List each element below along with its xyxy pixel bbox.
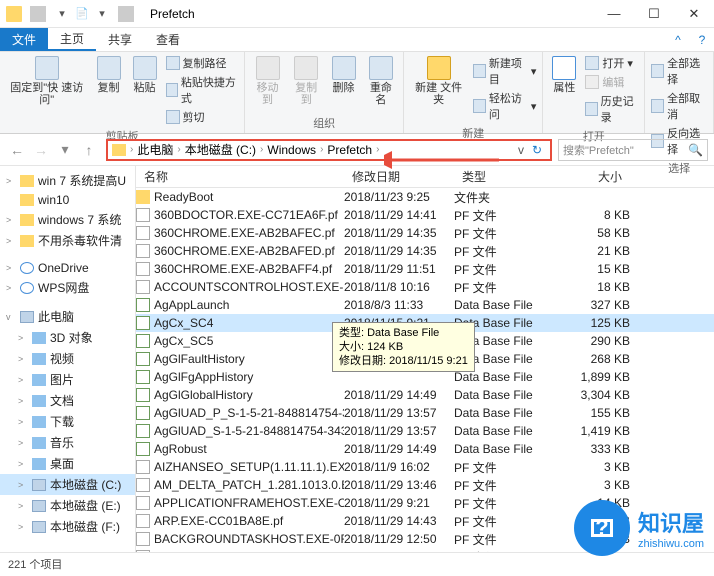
tree-node[interactable]: >OneDrive [0,259,135,277]
tree-node[interactable]: >本地磁盘 (F:) [0,516,135,537]
tab-home[interactable]: 主页 [48,28,96,51]
title-bar: ▾ 📄 ▾ Prefetch — ☐ ✕ [0,0,714,28]
tab-view[interactable]: 查看 [144,28,192,51]
edit-button: 编辑 [583,73,640,91]
file-row[interactable]: 360CHROME.EXE-AB2BAFEC.pf2018/11/29 14:3… [136,224,714,242]
file-list[interactable]: 名称 修改日期 类型 大小 ReadyBoot2018/11/23 9:25文件… [136,166,714,552]
move-to-button[interactable]: 移动到 [249,54,286,108]
search-icon[interactable]: 🔍 [688,143,703,157]
nav-back-button[interactable]: ← [6,139,28,161]
close-button[interactable]: ✕ [674,0,714,28]
history-button[interactable]: 历史记录 [583,92,640,126]
file-tooltip: 类型: Data Base File 大小: 124 KB 修改日期: 2018… [332,322,475,372]
minimize-button[interactable]: — [594,0,634,28]
tree-node[interactable]: win10 [0,191,135,209]
breadcrumb-segment[interactable]: Prefetch [323,143,376,157]
tree-node[interactable]: v此电脑 [0,306,135,327]
select-all-button[interactable]: 全部选择 [649,54,709,88]
col-date[interactable]: 修改日期 [344,168,454,185]
tree-node[interactable]: >文档 [0,390,135,411]
delete-button[interactable]: 删除 [327,54,361,96]
rename-button[interactable]: 重命名 [363,54,400,108]
tree-node[interactable]: >3D 对象 [0,327,135,348]
breadcrumb-segment[interactable]: 此电脑 [133,141,177,158]
qat-item[interactable]: ▾ [54,6,70,22]
copy-path-button[interactable]: 复制路径 [164,54,241,72]
open-button[interactable]: 打开 ▾ [583,54,640,72]
watermark-logo: 知识屋 zhishiwu.com [574,500,704,556]
address-bar-row: ← → ▾ ↑ › 此电脑› 本地磁盘 (C:)› Windows› Prefe… [0,134,714,166]
group-label: 组织 [249,113,399,131]
tree-node[interactable]: >音乐 [0,432,135,453]
tree-node[interactable]: >视频 [0,348,135,369]
file-row[interactable]: AgGlUAD_S-1-5-21-848814754-34387...2018/… [136,422,714,440]
new-item-button[interactable]: 新建项目 ▾ [471,54,538,88]
file-row[interactable]: AgGlGlobalHistory2018/11/29 14:49Data Ba… [136,386,714,404]
tree-node[interactable]: >WPS网盘 [0,277,135,298]
nav-recent-button[interactable]: ▾ [54,139,76,161]
cut-button[interactable]: 剪切 [164,108,241,126]
tree-node[interactable]: >下载 [0,411,135,432]
folder-icon [112,144,126,156]
ribbon: 固定到"快 速访问" 复制 粘贴 复制路径 粘贴快捷方式 剪切 剪贴板 移动到 … [0,52,714,134]
tree-node[interactable]: >图片 [0,369,135,390]
select-none-button[interactable]: 全部取消 [649,89,709,123]
tab-file[interactable]: 文件 [0,28,48,51]
file-row[interactable]: 360CHROME.EXE-AB2BAFF4.pf2018/11/29 11:5… [136,260,714,278]
col-size[interactable]: 大小 [550,168,630,185]
easy-access-button[interactable]: 轻松访问 ▾ [471,89,538,123]
file-row[interactable]: AIZHANSEO_SETUP(1.11.11.1).EX-3AE...2018… [136,458,714,476]
file-row[interactable]: ACCOUNTSCONTROLHOST.EXE-96D...2018/11/8 … [136,278,714,296]
breadcrumb-segment[interactable]: Windows [263,143,320,157]
tree-node[interactable]: >windows 7 系统 [0,209,135,230]
file-row[interactable]: AgGlUAD_P_S-1-5-21-848814754-343...2018/… [136,404,714,422]
nav-forward-button: → [30,139,52,161]
tree-node[interactable]: >桌面 [0,453,135,474]
breadcrumb[interactable]: › 此电脑› 本地磁盘 (C:)› Windows› Prefetch› v ↻ [106,139,552,161]
pin-quick-access-button[interactable]: 固定到"快 速访问" [4,54,90,108]
paste-shortcut-button[interactable]: 粘贴快捷方式 [164,73,241,107]
qat-item[interactable]: 📄 [74,6,90,22]
tree-node[interactable]: >win 7 系统提高U [0,170,135,191]
help-icon[interactable]: ? [690,28,714,51]
window-title: Prefetch [144,7,594,21]
ribbon-collapse-icon[interactable]: ^ [666,28,690,51]
item-count: 221 个项目 [8,556,62,572]
search-input[interactable]: 搜索"Prefetch" 🔍 [558,139,708,161]
copy-to-button[interactable]: 复制到 [288,54,325,108]
properties-button[interactable]: 属性 [547,54,581,96]
file-row[interactable]: ReadyBoot2018/11/23 9:25文件夹 [136,188,714,206]
file-row[interactable]: AgAppLaunch2018/8/3 11:33Data Base File3… [136,296,714,314]
tab-share[interactable]: 共享 [96,28,144,51]
tree-node[interactable]: >本地磁盘 (C:) [0,474,135,495]
file-row[interactable]: AM_DELTA_PATCH_1.281.1013.0.E-4D...2018/… [136,476,714,494]
tree-node[interactable]: >本地磁盘 (E:) [0,495,135,516]
col-name[interactable]: 名称 [136,168,344,185]
file-row[interactable]: AgRobust2018/11/29 14:49Data Base File33… [136,440,714,458]
tree-node[interactable]: >不用杀毒软件清 [0,230,135,251]
refresh-icon[interactable]: ↻ [528,143,546,157]
file-row[interactable]: 360BDOCTOR.EXE-CC71EA6F.pf2018/11/29 14:… [136,206,714,224]
maximize-button[interactable]: ☐ [634,0,674,28]
app-icon [6,6,22,22]
nav-up-button[interactable]: ↑ [78,139,100,161]
file-row[interactable]: 360CHROME.EXE-AB2BAFED.pf2018/11/29 14:3… [136,242,714,260]
breadcrumb-dropdown-icon[interactable]: v [514,143,528,157]
ribbon-tabs: 文件 主页 共享 查看 ^ ? [0,28,714,52]
breadcrumb-segment[interactable]: 本地磁盘 (C:) [181,141,260,158]
col-type[interactable]: 类型 [454,168,550,185]
qat-item[interactable]: ▾ [94,6,110,22]
new-folder-button[interactable]: 新建 文件夹 [408,54,469,108]
column-headers[interactable]: 名称 修改日期 类型 大小 [136,166,714,188]
paste-button[interactable]: 粘贴 [128,54,162,96]
nav-tree[interactable]: >win 7 系统提高Uwin10>windows 7 系统>不用杀毒软件清 >O… [0,166,136,552]
copy-button[interactable]: 复制 [92,54,126,96]
